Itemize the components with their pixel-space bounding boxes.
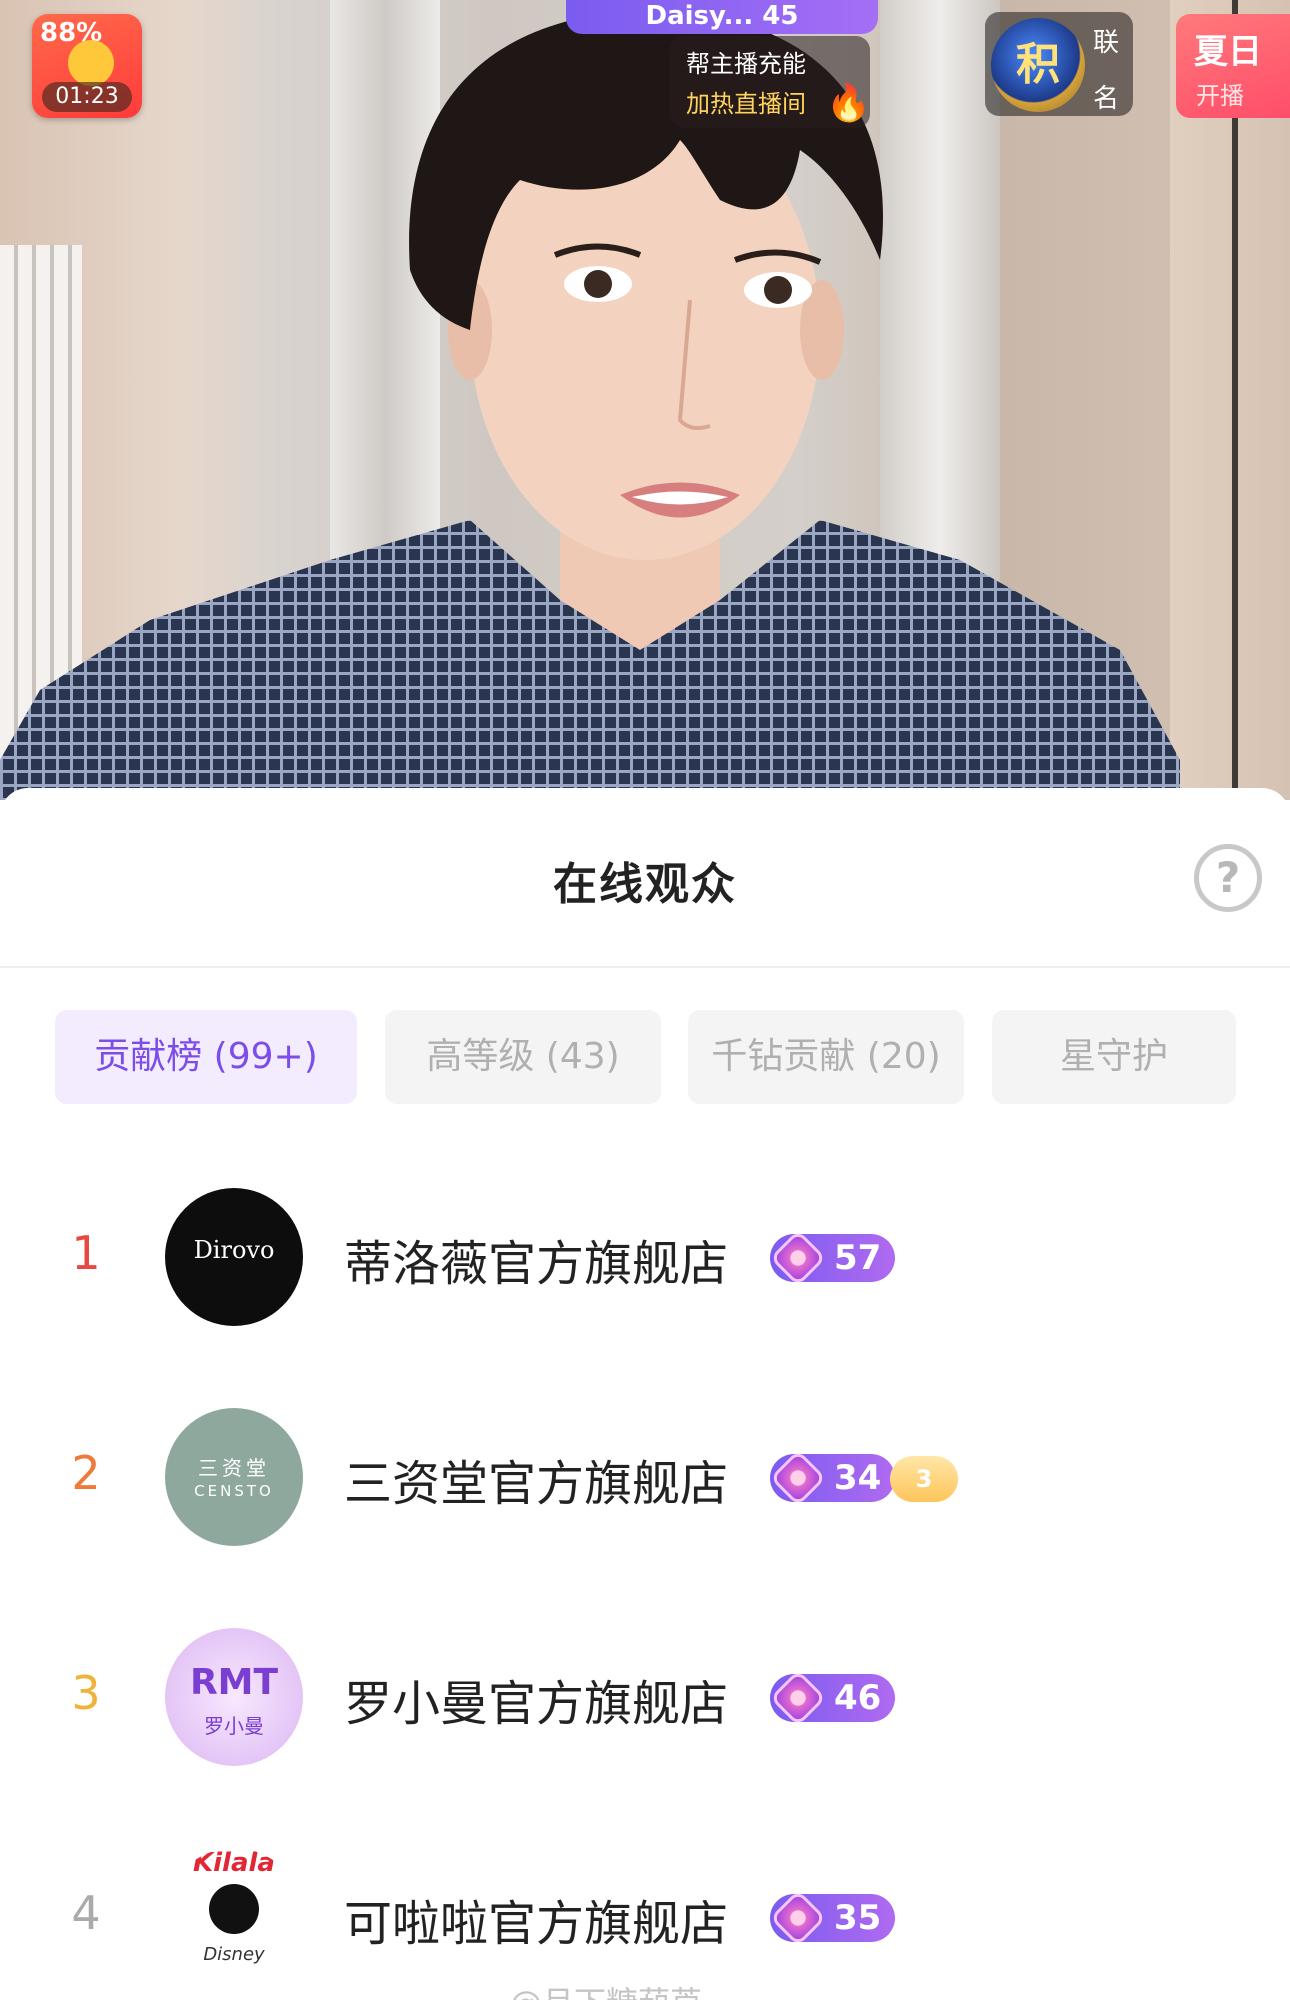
level-gem-icon bbox=[769, 1449, 827, 1507]
viewer-name: 三资堂官方旗舰店 bbox=[344, 1456, 729, 1512]
sheet-title: 在线观众 bbox=[553, 859, 737, 910]
boost-line-2: 加热直播间 bbox=[686, 90, 806, 118]
rank-number: 3 bbox=[71, 1666, 101, 1720]
mickey-icon bbox=[209, 1884, 259, 1934]
level-gem-icon bbox=[769, 1669, 827, 1727]
league-rank-button[interactable]: 积 联 名 bbox=[985, 12, 1133, 116]
fan-heart-badge: 3 bbox=[890, 1456, 958, 1502]
level-badge: 46 bbox=[769, 1669, 896, 1727]
viewer-name: 蒂洛薇官方旗舰店 bbox=[344, 1236, 729, 1292]
avatar-subtext: Disney bbox=[203, 1944, 265, 1965]
avatar[interactable]: Dirovo bbox=[165, 1188, 303, 1326]
avatar[interactable]: Kilala Disney bbox=[165, 1848, 303, 1986]
top-pill-text: Daisy... 45 bbox=[645, 1, 799, 31]
level-badge: 34 bbox=[769, 1449, 896, 1507]
rank-label-1: 联 bbox=[1093, 28, 1120, 58]
rank-number: 1 bbox=[71, 1226, 101, 1280]
rank-label-2: 名 bbox=[1093, 84, 1120, 114]
level-value: 34 bbox=[834, 1458, 882, 1498]
live-timer-badge[interactable]: 88% 01:23 bbox=[32, 14, 142, 118]
avatar-subtext: CENSTO bbox=[194, 1482, 274, 1500]
emoji-face-icon bbox=[68, 40, 114, 86]
viewer-name: 可啦啦官方旗舰店 bbox=[344, 1896, 729, 1952]
avatar-text: Dirovo bbox=[193, 1236, 275, 1264]
rank-number: 2 bbox=[71, 1446, 101, 1500]
rank-medal-icon: 积 bbox=[991, 18, 1085, 112]
level-value: 57 bbox=[834, 1238, 882, 1278]
tab-high-level[interactable]: 高等级 (43) bbox=[385, 1010, 661, 1104]
top-viewer-pill[interactable]: Daisy... 45 bbox=[566, 0, 878, 34]
tab-star-guard[interactable]: 星守护 bbox=[992, 1010, 1236, 1104]
list-item[interactable]: 4 Kilala Disney 可啦啦官方旗舰店 35 bbox=[0, 1848, 1290, 1998]
list-item[interactable]: 1 Dirovo 蒂洛薇官方旗舰店 57 bbox=[0, 1188, 1290, 1338]
level-gem-icon bbox=[769, 1229, 827, 1287]
level-value: 46 bbox=[834, 1678, 882, 1718]
live-video[interactable]: 88% 01:23 Daisy... 45 帮主播充能 加热直播间 🔥 积 联 … bbox=[0, 0, 1290, 800]
fire-icon: 🔥 bbox=[826, 83, 871, 124]
tab-contribution[interactable]: 贡献榜 (99+) bbox=[55, 1010, 357, 1104]
tab-diamond-contribution[interactable]: 千钻贡献 (20) bbox=[688, 1010, 964, 1104]
level-gem-icon bbox=[769, 1889, 827, 1947]
promo-subtitle: 开播 bbox=[1196, 82, 1244, 110]
avatar[interactable]: 三资堂 CENSTO bbox=[165, 1408, 303, 1546]
boost-line-1: 帮主播充能 bbox=[686, 50, 806, 78]
online-viewers-sheet: 在线观众 ? 贡献榜 (99+) 高等级 (43) 千钻贡献 (20) 星守护 … bbox=[0, 788, 1290, 2000]
rank-number: 4 bbox=[71, 1886, 101, 1940]
boost-stream-button[interactable]: 帮主播充能 加热直播间 🔥 bbox=[670, 36, 871, 128]
live-timer: 01:23 bbox=[42, 82, 132, 112]
level-badge: 35 bbox=[769, 1889, 896, 1947]
avatar-text: Kilala bbox=[193, 1848, 275, 1878]
promo-title: 夏日 bbox=[1194, 32, 1262, 72]
avatar-text: 三资堂 bbox=[198, 1456, 270, 1480]
summer-promo-banner[interactable]: 夏日 开播 bbox=[1176, 14, 1290, 118]
viewer-name: 罗小曼官方旗舰店 bbox=[344, 1676, 729, 1732]
avatar-subtext: 罗小曼 bbox=[204, 1714, 264, 1738]
level-badge: 57 bbox=[769, 1229, 896, 1287]
level-value: 35 bbox=[834, 1898, 882, 1938]
streamer-image bbox=[0, 10, 1180, 800]
avatar-text: RMT bbox=[189, 1662, 279, 1703]
list-item[interactable]: 3 RMT 罗小曼 罗小曼官方旗舰店 46 bbox=[0, 1628, 1290, 1778]
avatar[interactable]: RMT 罗小曼 bbox=[165, 1628, 303, 1766]
help-icon[interactable]: ? bbox=[1194, 844, 1262, 912]
watermark: @月下糖葫芦 bbox=[510, 1978, 702, 2000]
fan-level-value: 3 bbox=[915, 1465, 933, 1493]
list-item[interactable]: 2 三资堂 CENSTO 三资堂官方旗舰店 34 3 bbox=[0, 1408, 1290, 1558]
divider bbox=[0, 966, 1290, 968]
